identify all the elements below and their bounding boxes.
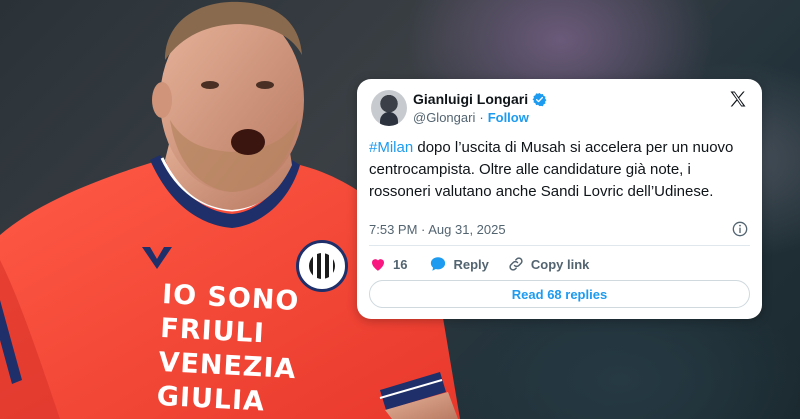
tweet-body: dopo l’uscita di Musah si accelera per u… — [369, 139, 734, 200]
tweet-text: #Milan dopo l’uscita di Musah si acceler… — [369, 137, 754, 203]
author-name-row: Gianluigi Longari — [413, 91, 547, 107]
tweet-timestamp[interactable]: 7:53 PM · Aug 31, 2025 — [369, 222, 506, 237]
tweet-actions: 16 Reply Copy link — [369, 255, 589, 273]
copy-link-button[interactable]: Copy link — [507, 255, 590, 273]
author-name[interactable]: Gianluigi Longari — [413, 91, 528, 107]
author-handle[interactable]: @Glongari — [413, 110, 475, 125]
follow-button[interactable]: Follow — [488, 110, 529, 125]
read-replies-button[interactable]: Read 68 replies — [369, 280, 750, 308]
link-icon — [509, 257, 523, 271]
like-button[interactable]: 16 — [369, 255, 429, 273]
speech-bubble-icon — [431, 257, 446, 271]
tweet-card: Gianluigi Longari @Glongari · Follow #Mi… — [357, 79, 762, 319]
separator-dot: · — [479, 110, 484, 125]
udinese-crest-icon — [296, 240, 348, 292]
divider — [369, 245, 750, 246]
heart-icon — [372, 259, 384, 271]
info-icon[interactable] — [732, 221, 748, 237]
handle-row: @Glongari · Follow — [413, 110, 529, 125]
macron-logo-icon — [142, 247, 172, 269]
avatar[interactable] — [371, 90, 407, 126]
verified-badge-icon — [532, 92, 547, 106]
like-count: 16 — [393, 256, 408, 272]
jersey-sponsor-text: IO SONO FRIULI VENEZIA GIULIA — [156, 278, 301, 419]
copy-link-label: Copy link — [530, 256, 590, 272]
hashtag-link[interactable]: #Milan — [369, 139, 413, 156]
reply-label: Reply — [453, 256, 489, 272]
x-logo-icon[interactable] — [728, 89, 748, 109]
reply-button[interactable]: Reply — [429, 255, 489, 273]
